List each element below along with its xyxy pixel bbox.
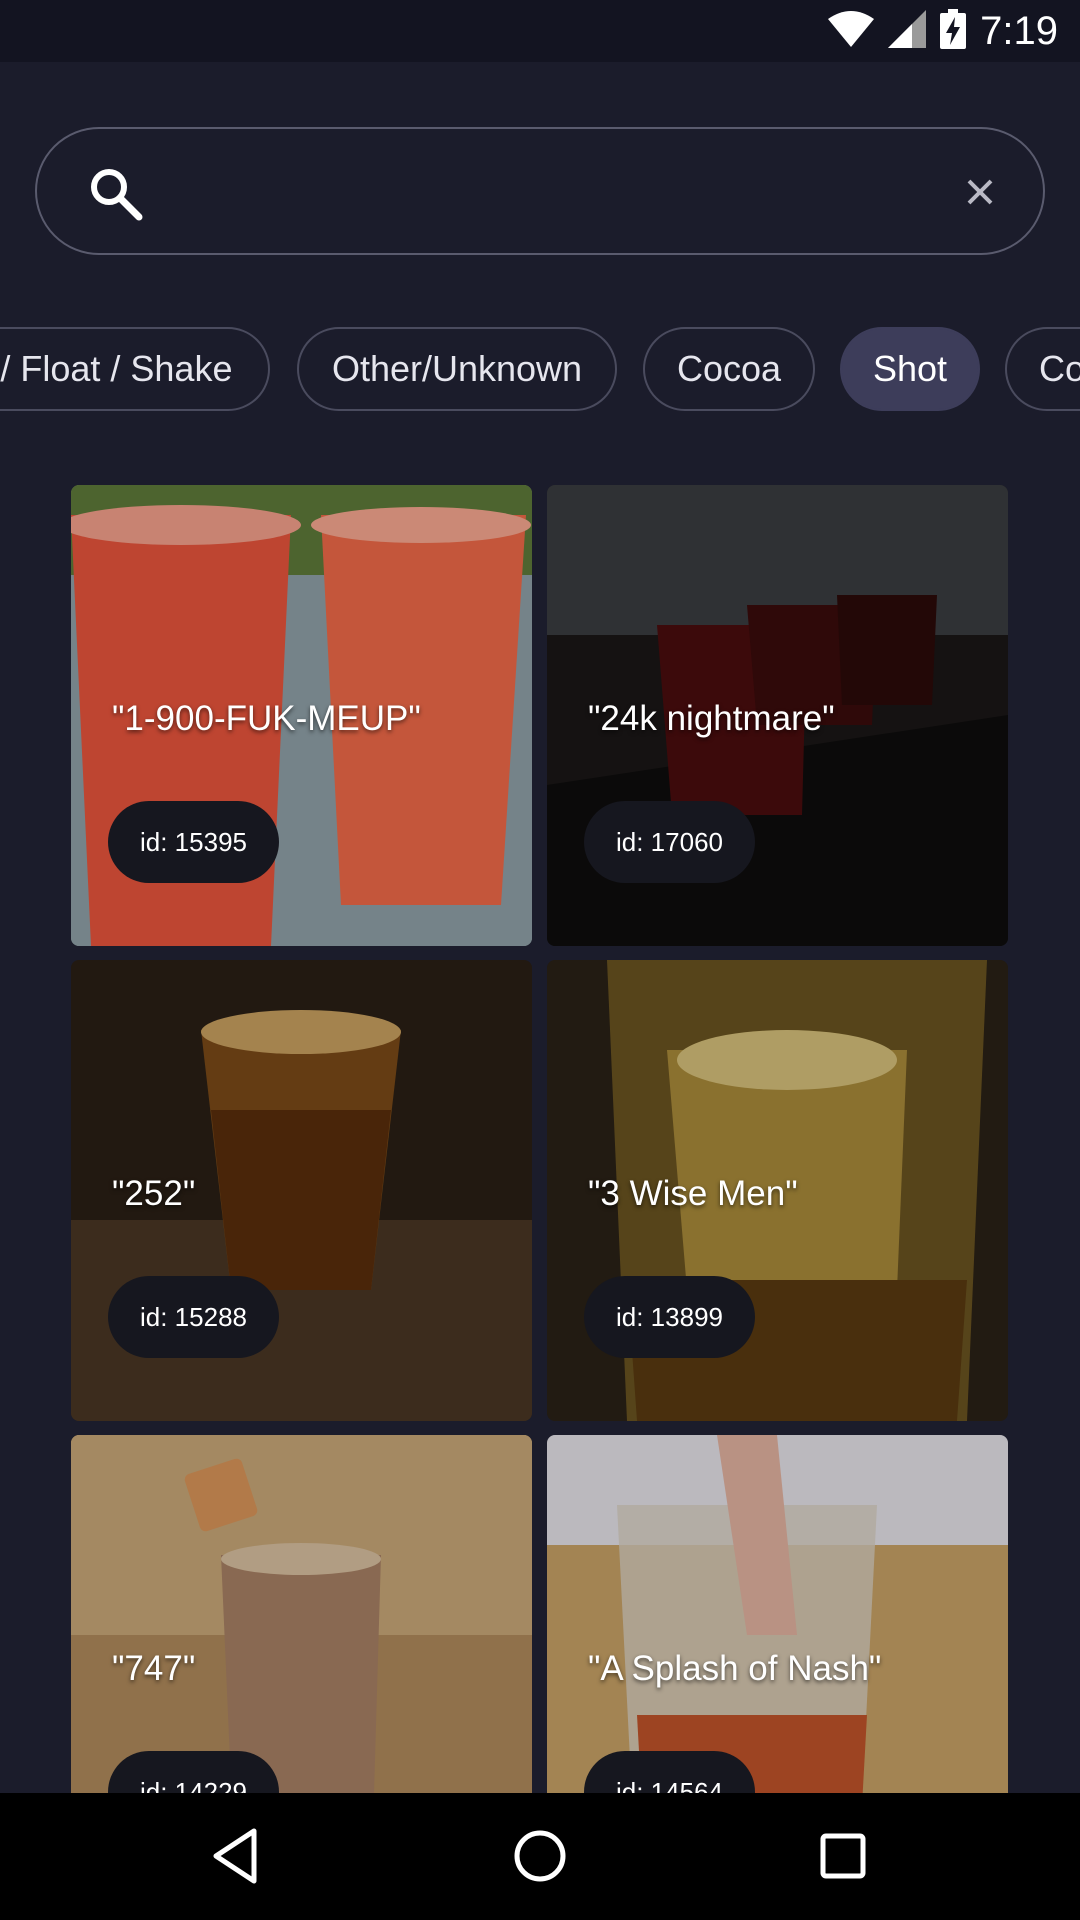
drink-title: "252" xyxy=(112,1174,196,1213)
chip-label: Cocoa xyxy=(676,348,782,389)
search-icon[interactable] xyxy=(85,163,145,223)
recents-icon[interactable] xyxy=(810,1823,876,1889)
close-icon[interactable] xyxy=(957,169,1003,215)
drink-card[interactable]: "252" id: 15288 xyxy=(71,960,532,1421)
drink-id-badge: id: 14564 xyxy=(584,1751,755,1793)
chip-label: Other/Unknown xyxy=(331,348,583,389)
drink-id-badge: id: 15395 xyxy=(108,801,279,883)
chip-coffee-tea-float-shake[interactable]: Coffee / Tea / Float / Shake xyxy=(0,327,270,411)
drink-id-badge: id: 15288 xyxy=(108,1276,279,1358)
battery-charging-icon xyxy=(940,8,967,54)
chip-label: Cocktail xyxy=(1039,348,1080,389)
chip-label: Coffee / Tea / Float / Shake xyxy=(0,348,233,389)
drink-title: "A Splash of Nash" xyxy=(588,1649,882,1688)
drink-card[interactable]: "1-900-FUK-MEUP" id: 15395 xyxy=(71,485,532,946)
search-input[interactable] xyxy=(167,159,951,227)
drink-id-badge: id: 17060 xyxy=(584,801,755,883)
chip-cocoa[interactable]: Cocoa xyxy=(643,327,815,411)
chip-other-unknown[interactable]: Other/Unknown xyxy=(297,327,617,411)
drink-grid: "1-900-FUK-MEUP" id: 15395 "24k nightmar… xyxy=(71,485,1009,1793)
search-bar[interactable] xyxy=(35,127,1045,255)
cell-signal-icon xyxy=(888,9,927,53)
photo-overlay xyxy=(71,1435,532,1793)
chip-label: Shot xyxy=(872,348,948,389)
chip-shot[interactable]: Shot xyxy=(840,327,980,411)
drink-card[interactable]: "24k nightmare" id: 17060 xyxy=(547,485,1008,946)
drink-id-badge: id: 14229 xyxy=(108,1751,279,1793)
back-icon[interactable] xyxy=(204,1823,270,1889)
photo-overlay xyxy=(547,1435,1008,1793)
wifi-icon xyxy=(828,10,875,52)
drink-card[interactable]: "A Splash of Nash" id: 14564 xyxy=(547,1435,1008,1793)
chip-cocktail[interactable]: Cocktail xyxy=(1005,327,1080,411)
drink-card[interactable]: "747" id: 14229 xyxy=(71,1435,532,1793)
drink-card[interactable]: "3 Wise Men" id: 13899 xyxy=(547,960,1008,1421)
status-time: 7:19 xyxy=(980,8,1058,53)
drink-title: "3 Wise Men" xyxy=(588,1174,798,1213)
drink-title: "747" xyxy=(112,1649,196,1688)
drink-id-badge: id: 13899 xyxy=(584,1276,755,1358)
drink-title: "24k nightmare" xyxy=(588,699,835,738)
category-chips: Coffee / Tea / Float / Shake Other/Unkno… xyxy=(0,327,1080,413)
home-icon[interactable] xyxy=(507,1823,573,1889)
navigation-bar xyxy=(0,1793,1080,1920)
drink-title: "1-900-FUK-MEUP" xyxy=(112,699,421,738)
status-bar: 7:19 xyxy=(0,0,1080,62)
